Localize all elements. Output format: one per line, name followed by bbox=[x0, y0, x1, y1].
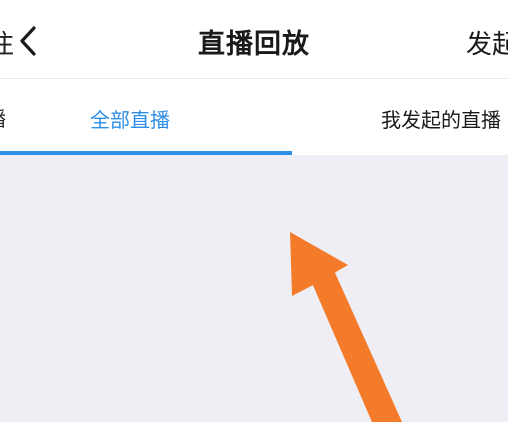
content-area bbox=[0, 155, 508, 422]
tab-all-live[interactable]: 全部直播 bbox=[90, 104, 170, 133]
tab-bar: 播 全部直播 我发起的直播 bbox=[0, 79, 508, 155]
tab-offscreen-left[interactable]: 播 bbox=[0, 103, 6, 132]
top-bar: 注 直播回放 发起 bbox=[0, 0, 508, 79]
tab-my-live[interactable]: 我发起的直播 bbox=[381, 104, 501, 133]
page-title: 直播回放 bbox=[198, 29, 310, 60]
screen: 注 直播回放 发起 播 全部直播 我发起的直播 bbox=[0, 0, 508, 422]
start-live-button[interactable]: 发起 bbox=[466, 24, 508, 61]
